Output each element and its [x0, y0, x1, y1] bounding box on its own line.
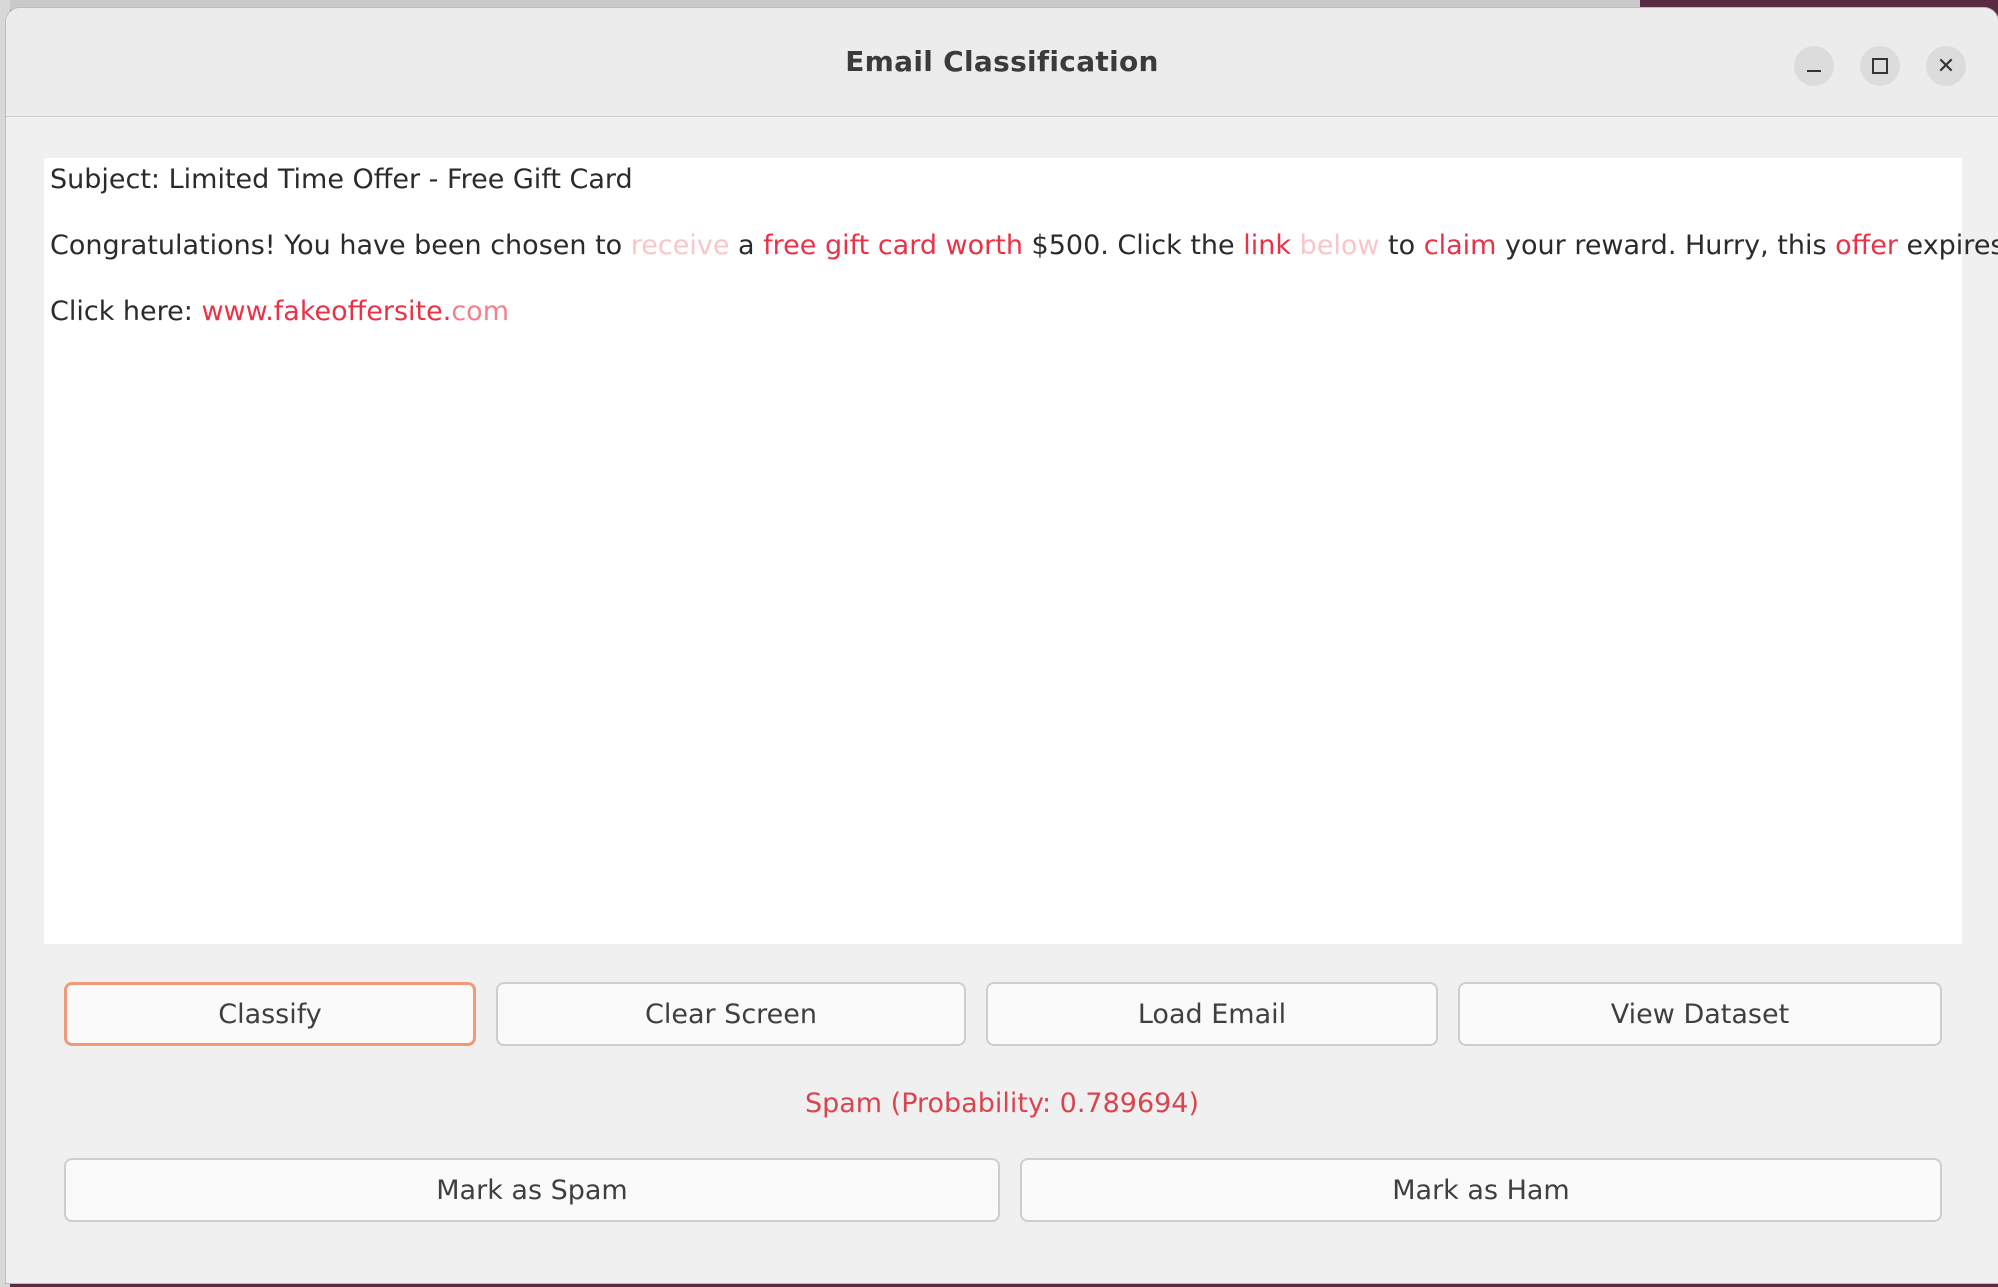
view-dataset-button[interactable]: View Dataset [1458, 982, 1942, 1046]
highlighted-word: link [1243, 230, 1291, 261]
classification-result: Spam (Probability: 0.789694) [804, 1088, 1200, 1119]
highlighted-word: www.fakeoffersite. [201, 296, 452, 327]
email-subject-line: Subject: Limited Time Offer - Free Gift … [50, 164, 633, 195]
email-text-area[interactable]: Subject: Limited Time Offer - Free Gift … [44, 158, 1998, 944]
email-text-run [1291, 230, 1300, 261]
email-text-run: a [729, 230, 764, 261]
maximize-button[interactable] [1860, 46, 1900, 86]
highlighted-word: com [451, 296, 509, 327]
highlighted-word: claim [1423, 230, 1497, 261]
minimize-button[interactable] [1794, 46, 1834, 86]
email-text-run: Click here: [50, 296, 202, 327]
close-button[interactable]: ✕ [1926, 46, 1966, 86]
load-email-button[interactable]: Load Email [986, 982, 1438, 1046]
minimize-icon [1807, 70, 1821, 72]
highlighted-word: free gift card worth [763, 230, 1023, 261]
email-text-run: to [1379, 230, 1424, 261]
maximize-icon [1872, 58, 1888, 74]
email-text-run: your reward. Hurry, this [1496, 230, 1836, 261]
email-classification-window: Email Classification ✕ Subject: Limited … [6, 8, 1998, 1283]
email-body-line: Congratulations! You have been chosen to… [50, 230, 1998, 261]
close-icon: ✕ [1936, 53, 1956, 79]
highlighted-word: receive [630, 230, 730, 261]
highlighted-word: below [1299, 230, 1380, 261]
window-title: Email Classification [845, 45, 1159, 78]
email-link-line: Click here: www.fakeoffersite.com [50, 296, 509, 327]
clear-screen-button[interactable]: Clear Screen [496, 982, 966, 1046]
email-text-run: $500. Click the [1022, 230, 1244, 261]
email-text-run: expires [1906, 230, 1998, 261]
highlighted-word: offer [1835, 230, 1898, 261]
mark-as-spam-button[interactable]: Mark as Spam [64, 1158, 1000, 1222]
mark-as-ham-button[interactable]: Mark as Ham [1020, 1158, 1942, 1222]
classify-button[interactable]: Classify [64, 982, 476, 1046]
email-text-run: Congratulations! You have been chosen to [50, 230, 631, 261]
title-bar[interactable]: Email Classification ✕ [6, 8, 1998, 117]
